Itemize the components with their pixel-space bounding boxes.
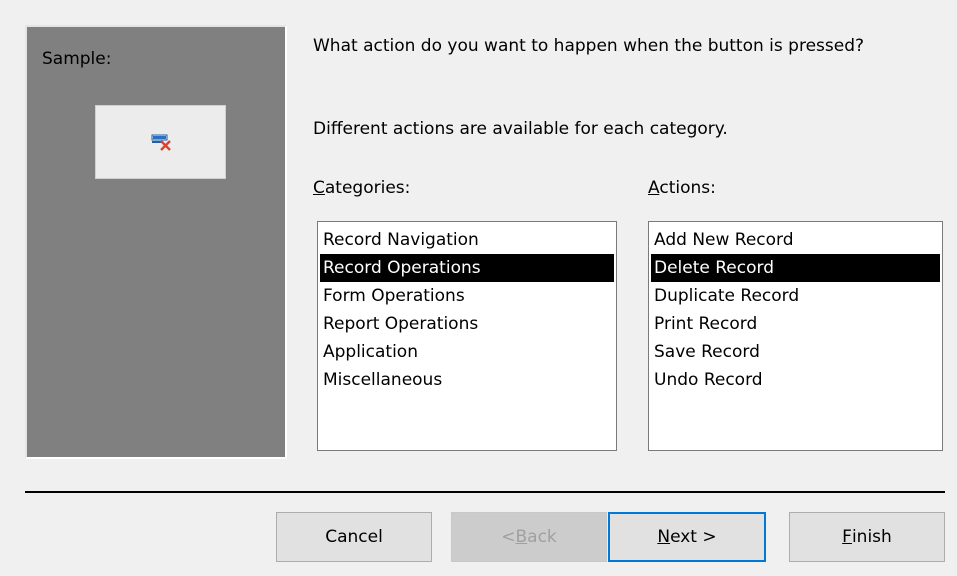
action-item[interactable]: Save Record — [651, 338, 940, 366]
back-button[interactable]: < Back — [451, 512, 607, 562]
categories-label-text: ategories: — [324, 178, 411, 198]
category-item[interactable]: Record Navigation — [320, 226, 614, 254]
back-button-hotkey: B — [515, 527, 528, 547]
back-button-prefix: < — [501, 527, 516, 547]
category-item[interactable]: Form Operations — [320, 282, 614, 310]
question-text: What action do you want to happen when t… — [313, 36, 865, 56]
categories-label-hotkey: C — [313, 178, 325, 198]
action-item[interactable]: Print Record — [651, 310, 940, 338]
info-text: Different actions are available for each… — [313, 119, 728, 139]
actions-listbox[interactable]: Add New Record Delete Record Duplicate R… — [648, 221, 943, 451]
next-button-hotkey: N — [657, 527, 671, 547]
actions-label-text: ctions: — [659, 178, 716, 198]
finish-button-hotkey: F — [842, 527, 852, 547]
next-button[interactable]: Next > — [608, 512, 766, 562]
next-button-label: ext > — [670, 527, 717, 547]
category-item[interactable]: Application — [320, 338, 614, 366]
action-item[interactable]: Add New Record — [651, 226, 940, 254]
back-button-label: ack — [527, 527, 557, 547]
category-item-selected[interactable]: Record Operations — [320, 254, 614, 282]
cancel-button[interactable]: Cancel — [276, 512, 432, 562]
category-item[interactable]: Report Operations — [320, 310, 614, 338]
sample-panel: Sample: — [25, 25, 287, 459]
actions-label: Actions: — [648, 177, 716, 199]
category-item[interactable]: Miscellaneous — [320, 366, 614, 394]
action-item[interactable]: Undo Record — [651, 366, 940, 394]
separator-line — [25, 491, 945, 493]
sample-label: Sample: — [42, 49, 112, 69]
categories-label: Categories: — [313, 177, 410, 199]
sample-preview — [95, 105, 226, 179]
action-item-selected[interactable]: Delete Record — [651, 254, 940, 282]
actions-label-hotkey: A — [648, 178, 660, 198]
delete-record-icon — [151, 134, 171, 151]
finish-button-label: inish — [851, 527, 892, 547]
action-item[interactable]: Duplicate Record — [651, 282, 940, 310]
categories-listbox[interactable]: Record Navigation Record Operations Form… — [317, 221, 617, 451]
finish-button[interactable]: Finish — [789, 512, 945, 562]
